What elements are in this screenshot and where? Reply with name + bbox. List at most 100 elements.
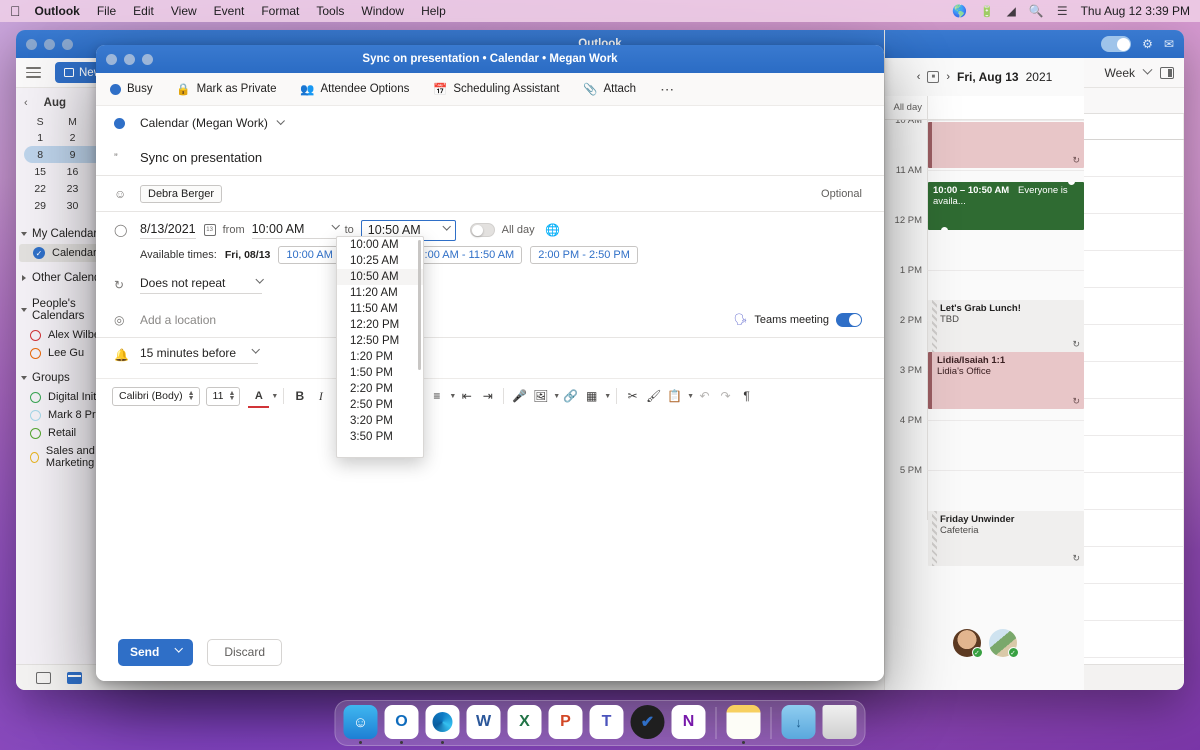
resize-handle-bottom[interactable] <box>940 226 949 230</box>
mark-as-private-button[interactable]: 🔒 Mark as Private <box>177 82 277 96</box>
avatar[interactable]: ✓ <box>953 629 981 657</box>
dock-app-todo[interactable]: ✔ <box>631 705 665 739</box>
calendar-event[interactable]: Lidia/Isaiah 1:1 Lidia's Office ↻ <box>928 352 1084 409</box>
reminder-value[interactable]: 15 minutes before <box>140 346 236 360</box>
teams-meeting-toggle[interactable] <box>836 313 862 327</box>
all-day-toggle[interactable] <box>470 223 495 237</box>
attendee-options-button[interactable]: 👥 Attendee Options <box>300 82 409 96</box>
discard-button[interactable]: Discard <box>207 639 282 666</box>
chevron-down-icon[interactable]: ▼ <box>553 393 560 400</box>
attendees-row[interactable]: ☺ Debra Berger Optional <box>96 176 884 212</box>
subject-input[interactable]: Sync on presentation <box>140 150 262 165</box>
mini-cal-day[interactable]: 1 <box>24 129 56 146</box>
chevron-down-icon[interactable]: ▼ <box>604 393 611 400</box>
mini-cal-day[interactable]: 30 <box>56 197 88 214</box>
mini-cal-day[interactable]: 16 <box>56 163 88 180</box>
menu-app-name[interactable]: Outlook <box>35 4 80 18</box>
dock-app-word[interactable]: W <box>467 705 501 739</box>
globe-icon[interactable]: 🌐 <box>546 223 560 237</box>
table-icon[interactable]: ▦ <box>581 386 602 406</box>
increase-indent-icon[interactable]: ⇥ <box>477 386 498 406</box>
repeat-value[interactable]: Does not repeat <box>140 276 225 290</box>
time-option[interactable]: 10:00 AM <box>337 237 423 253</box>
mini-cal-day[interactable]: 8 <box>24 146 56 163</box>
bold-icon[interactable]: B <box>289 386 310 406</box>
available-slot[interactable]: 2:00 PM - 2:50 PM <box>530 246 638 264</box>
dropdown-scrollbar[interactable] <box>418 240 421 370</box>
time-option[interactable]: 11:20 AM <box>337 285 423 301</box>
location-row[interactable]: ◎ Add a location 🗣 Teams meeting <box>96 302 884 338</box>
busy-status-button[interactable]: Busy <box>110 83 153 95</box>
more-icon[interactable]: ⋯ <box>660 81 675 98</box>
dock-app-notes[interactable] <box>727 705 761 739</box>
time-option[interactable]: 3:20 PM <box>337 413 423 429</box>
dictate-icon[interactable]: 🎤 <box>509 386 530 406</box>
font-color-icon[interactable]: A <box>248 386 269 406</box>
body-editor[interactable] <box>96 413 884 633</box>
reminder-row[interactable]: 🔔 15 minutes before <box>96 338 884 372</box>
paste-icon[interactable]: 📋 <box>664 386 685 406</box>
mini-cal-day[interactable]: 29 <box>24 197 56 214</box>
chevron-collapsed-icon[interactable] <box>22 275 26 281</box>
chevron-expanded-icon[interactable] <box>21 232 27 236</box>
resize-handle-top[interactable] <box>1067 182 1076 186</box>
decrease-indent-icon[interactable]: ⇤ <box>456 386 477 406</box>
chevron-down-icon[interactable]: ▼ <box>687 393 694 400</box>
italic-icon[interactable]: I <box>310 386 331 406</box>
paragraph-marks-icon[interactable]: ¶ <box>736 386 757 406</box>
menu-toggle-icon[interactable] <box>26 67 41 78</box>
repeat-row[interactable]: ↻ Does not repeat <box>96 268 884 302</box>
calendar-event-proposed[interactable]: 10:00 – 10:50 AM Everyone is availa... <box>928 182 1084 230</box>
mini-cal-prev-icon[interactable]: ‹ <box>24 97 28 109</box>
dock-app-teams[interactable]: T <box>590 705 624 739</box>
battery-icon[interactable]: 🔋 <box>980 5 994 18</box>
time-option-selected[interactable]: 10:50 AM <box>337 269 423 285</box>
subject-row[interactable]: ” Sync on presentation <box>96 140 884 176</box>
calendar-event[interactable]: Let's Grab Lunch! TBD ↻ <box>928 300 1084 352</box>
clear-formatting-icon[interactable]: ✂ <box>622 386 643 406</box>
view-selector-label[interactable]: Week <box>1105 66 1135 80</box>
date-input[interactable]: 8/13/2021 <box>140 222 196 239</box>
start-time-input[interactable]: 10:00 AM <box>252 222 338 239</box>
chevron-down-icon[interactable] <box>331 221 339 229</box>
stepper-icon[interactable]: ▲▼ <box>228 391 235 401</box>
time-option[interactable]: 3:50 PM <box>337 429 423 445</box>
link-icon[interactable]: 🔗 <box>560 386 581 406</box>
picture-icon[interactable]: 🖼 <box>530 386 551 406</box>
menu-edit[interactable]: Edit <box>133 4 154 18</box>
preview-all-day-row[interactable]: All day <box>885 96 1084 120</box>
calendar-icon[interactable] <box>67 672 82 684</box>
menu-window[interactable]: Window <box>361 4 404 18</box>
today-icon[interactable]: ■ <box>927 71 939 83</box>
chevron-down-icon[interactable] <box>442 222 450 230</box>
send-button[interactable]: Send <box>118 639 193 666</box>
menu-help[interactable]: Help <box>421 4 446 18</box>
format-painter-icon[interactable]: 🖌 <box>643 386 664 406</box>
chevron-expanded-icon[interactable] <box>21 376 27 380</box>
mini-cal-day[interactable]: 9 <box>56 146 88 163</box>
calendar-event[interactable]: Friday Unwinder Cafeteria ↻ <box>928 511 1084 566</box>
font-family-select[interactable]: Calibri (Body) ▲▼ <box>112 387 200 406</box>
menu-format[interactable]: Format <box>261 4 299 18</box>
end-time-dropdown[interactable]: 10:00 AM 10:25 AM 10:50 AM 11:20 AM 11:5… <box>336 236 424 458</box>
chevron-down-icon[interactable] <box>255 275 263 283</box>
location-input[interactable]: Add a location <box>140 313 216 327</box>
dock-app-onenote[interactable]: N <box>672 705 706 739</box>
mail-icon[interactable] <box>36 672 51 684</box>
chevron-down-icon[interactable] <box>175 644 183 652</box>
menubar-clock[interactable]: Thu Aug 12 3:39 PM <box>1081 4 1190 18</box>
settings-icon[interactable]: ⚙ <box>1142 37 1153 51</box>
mini-cal-day[interactable]: 22 <box>24 180 56 197</box>
calendar-selector-label[interactable]: Calendar (Megan Work) <box>140 116 268 130</box>
time-option[interactable]: 1:50 PM <box>337 365 423 381</box>
time-option[interactable]: 1:20 PM <box>337 349 423 365</box>
preview-hour-scroll[interactable]: 10 AM 11 AM 12 PM 1 PM 2 PM 3 PM 4 PM 5 … <box>885 120 1084 650</box>
side-panel-icon[interactable] <box>1160 67 1174 79</box>
chevron-down-icon[interactable] <box>276 117 284 125</box>
dock-folder-downloads[interactable]: ↓ <box>782 705 816 739</box>
mini-cal-day[interactable]: 23 <box>56 180 88 197</box>
scheduling-assistant-button[interactable]: 📅 Scheduling Assistant <box>433 82 559 96</box>
stepper-icon[interactable]: ▲▼ <box>188 391 195 401</box>
feedback-icon[interactable]: ✉ <box>1164 37 1174 51</box>
mini-cal-day[interactable]: 15 <box>24 163 56 180</box>
